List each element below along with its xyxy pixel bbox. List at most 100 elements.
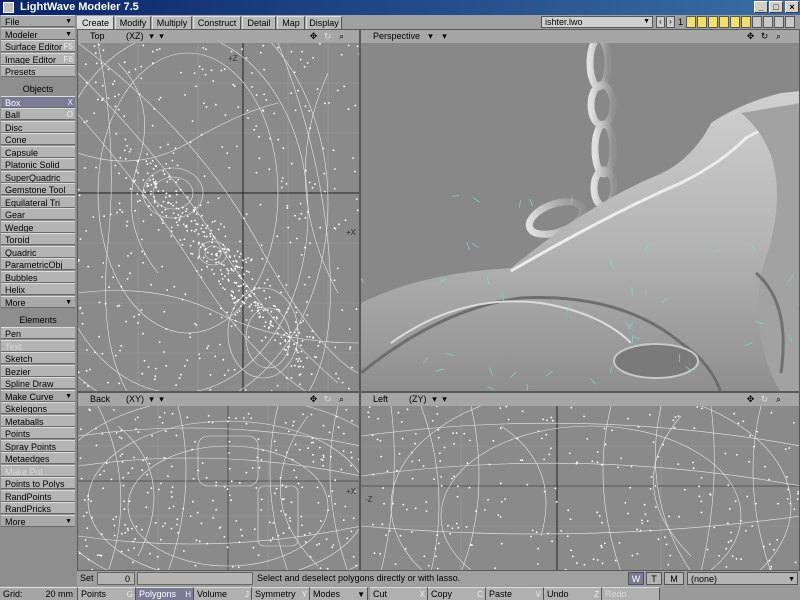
zoom-icon[interactable]: ⌕ <box>336 394 347 405</box>
surface-editor-button[interactable]: Surface Editor F5 <box>1 40 75 52</box>
modes-button[interactable]: Modes ▼ <box>310 587 368 600</box>
tool-pen[interactable]: Pen <box>1 327 75 339</box>
view-axis[interactable]: (ZY) <box>409 393 427 405</box>
zoom-icon[interactable]: ⌕ <box>336 31 347 42</box>
tool-cone[interactable]: Cone <box>1 133 75 145</box>
tool-equilateral-tri[interactable]: Equilateral Tri <box>1 195 75 208</box>
tool-quadric[interactable]: Quadric <box>1 245 75 258</box>
view-axis[interactable]: (XZ) <box>126 30 144 42</box>
layer-button[interactable] <box>752 16 762 28</box>
rotate-icon[interactable]: ↻ <box>759 31 770 42</box>
tab-multiply[interactable]: Multiply <box>152 16 192 29</box>
prev-layer-button[interactable]: ‹ <box>656 16 665 28</box>
layer-button[interactable] <box>741 16 751 28</box>
symmetry-button[interactable]: Symmetry Y <box>252 587 310 600</box>
tool-toroid[interactable]: Toroid <box>1 233 75 245</box>
chevron-down-icon[interactable]: ▾ <box>156 394 167 405</box>
viewport-canvas[interactable]: +X <box>78 406 359 570</box>
objects-more-menu[interactable]: More ▼ <box>1 295 75 308</box>
layer-button[interactable] <box>763 16 773 28</box>
chevron-down-icon[interactable]: ▾ <box>156 31 167 42</box>
viewport-canvas[interactable]: -Z <box>361 406 799 570</box>
viewport-name[interactable]: Top <box>90 30 105 42</box>
layer-button[interactable] <box>719 16 729 28</box>
cut-button[interactable]: Cut X <box>370 587 428 600</box>
tab-map[interactable]: Map <box>277 16 305 29</box>
tab-modify[interactable]: Modify <box>115 16 151 29</box>
tool-parametricobj[interactable]: ParametricObj <box>1 258 75 270</box>
next-layer-button[interactable]: › <box>666 16 675 28</box>
close-icon[interactable]: × <box>785 1 799 13</box>
move-icon[interactable]: ✥ <box>745 394 756 405</box>
layer-button[interactable] <box>774 16 784 28</box>
tool-sketch[interactable]: Sketch <box>1 352 75 364</box>
maximize-icon[interactable]: □ <box>769 1 783 13</box>
tab-display[interactable]: Display <box>306 16 342 29</box>
viewport-canvas[interactable]: +Z +X <box>78 43 359 391</box>
paste-button[interactable]: Paste V <box>486 587 544 600</box>
move-icon[interactable]: ✥ <box>745 31 756 42</box>
numeric-field[interactable] <box>137 572 253 585</box>
tool-skelegons[interactable]: Skelegons <box>1 402 75 414</box>
tool-ball[interactable]: Ball O <box>1 108 75 120</box>
rotate-icon[interactable]: ↻ <box>322 394 333 405</box>
layer-button[interactable] <box>730 16 740 28</box>
layer-button[interactable] <box>785 16 795 28</box>
tool-superquadric[interactable]: SuperQuadric <box>1 170 75 183</box>
viewport-name[interactable]: Left <box>373 393 388 405</box>
object-selector[interactable]: ishter.lwo ▼ <box>541 16 653 28</box>
presets-button[interactable]: Presets <box>1 65 75 77</box>
tool-box[interactable]: Box X <box>1 95 75 108</box>
tool-bubbles[interactable]: Bubbles <box>1 270 75 283</box>
tab-construct[interactable]: Construct <box>193 16 241 29</box>
viewport-name[interactable]: Back <box>90 393 110 405</box>
chevron-down-icon[interactable]: ▾ <box>425 31 436 42</box>
morph-mode-button[interactable]: M <box>664 572 684 585</box>
layer-button[interactable] <box>708 16 718 28</box>
tab-detail[interactable]: Detail <box>242 16 276 29</box>
tool-gemstone-tool[interactable]: Gemstone Tool <box>1 183 75 195</box>
tool-helix[interactable]: Helix <box>1 283 75 295</box>
viewport-back[interactable]: Back (XY) ▾ ▾ ✥ ↻ ⌕ +X <box>77 392 360 571</box>
layer-button[interactable] <box>686 16 696 28</box>
tool-metaedges[interactable]: Metaedges <box>1 452 75 464</box>
rotate-icon[interactable]: ↻ <box>759 394 770 405</box>
zoom-icon[interactable]: ⌕ <box>773 31 784 42</box>
tool-spline-draw[interactable]: Spline Draw <box>1 377 75 389</box>
tool-points[interactable]: Points <box>1 427 75 439</box>
set-value-field[interactable]: 0 <box>97 572 135 585</box>
viewport-canvas[interactable] <box>361 43 799 391</box>
weight-mode-button[interactable]: W <box>628 572 644 585</box>
viewport-name[interactable]: Perspective <box>373 30 420 42</box>
tool-text[interactable]: Text <box>1 339 75 352</box>
tool-make-pol[interactable]: Make Pol <box>1 464 75 477</box>
image-editor-button[interactable]: Image Editor F6 <box>1 52 75 65</box>
move-icon[interactable]: ✥ <box>308 31 319 42</box>
tool-wedge[interactable]: Wedge <box>1 220 75 233</box>
tool-capsule[interactable]: Capsule <box>1 145 75 158</box>
viewport-left[interactable]: Left (ZY) ▾ ▾ ✥ ↻ ⌕ -Z <box>360 392 800 571</box>
view-axis[interactable]: (XY) <box>126 393 144 405</box>
tool-metaballs[interactable]: Metaballs <box>1 414 75 427</box>
file-menu[interactable]: File ▼ <box>1 15 75 27</box>
tool-points-to-polys[interactable]: Points to Polys <box>1 477 75 489</box>
undo-button[interactable]: Undo Z <box>544 587 602 600</box>
polygons-button[interactable]: Polygons H <box>136 587 194 600</box>
chevron-down-icon[interactable]: ▾ <box>439 394 450 405</box>
elements-more-menu[interactable]: More ▼ <box>1 514 75 527</box>
viewport-top[interactable]: Top (XZ) ▾ ▾ ✥ ↻ ⌕ +Z +X <box>77 29 360 392</box>
tool-randpricks[interactable]: RandPricks <box>1 502 75 514</box>
tool-randpoints[interactable]: RandPoints <box>1 489 75 502</box>
modeler-menu[interactable]: Modeler ▼ <box>1 27 75 40</box>
zoom-icon[interactable]: ⌕ <box>773 394 784 405</box>
copy-button[interactable]: Copy C <box>428 587 486 600</box>
texture-mode-button[interactable]: T <box>646 572 662 585</box>
move-icon[interactable]: ✥ <box>308 394 319 405</box>
viewport-perspective[interactable]: Perspective ▾ ▾ ✥ ↻ ⌕ <box>360 29 800 392</box>
redo-button[interactable]: Redo <box>602 587 660 600</box>
vertex-map-select[interactable]: (none) ▼ <box>687 572 798 585</box>
tool-gear[interactable]: Gear <box>1 208 75 220</box>
minimize-icon[interactable]: _ <box>754 1 768 13</box>
rotate-icon[interactable]: ↻ <box>322 31 333 42</box>
tool-disc[interactable]: Disc <box>1 120 75 133</box>
